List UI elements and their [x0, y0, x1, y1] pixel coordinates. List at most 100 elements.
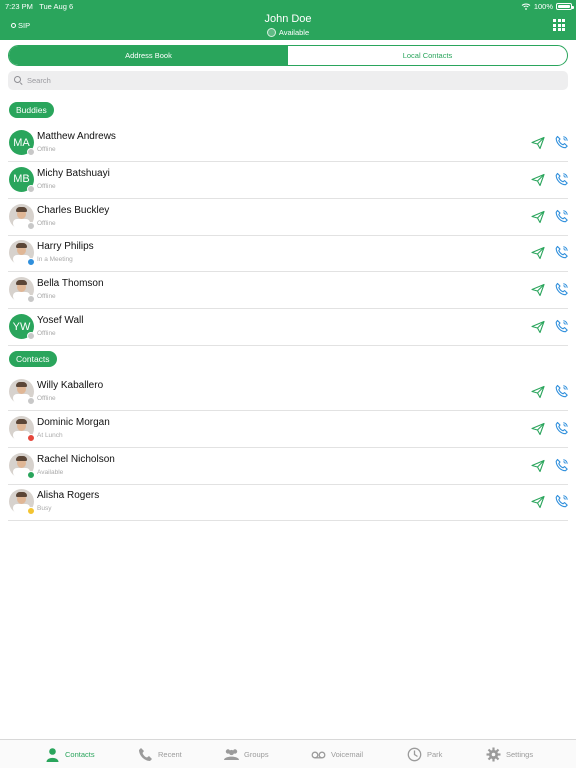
avatar — [9, 415, 35, 442]
avatar: MA — [9, 130, 35, 156]
contact-name: Bella Thomson — [37, 278, 104, 290]
contact-row[interactable]: Charles Buckley Offline — [8, 199, 568, 236]
contact-row[interactable]: MA Matthew Andrews Offline — [8, 125, 568, 162]
group-icon — [224, 749, 239, 760]
battery-indicator: 100% — [521, 2, 574, 11]
tab-contacts[interactable]: Contacts — [45, 746, 95, 763]
presence-dot-icon — [27, 148, 35, 156]
send-message-icon[interactable] — [531, 459, 545, 473]
contact-status: Offline — [37, 395, 56, 402]
call-icon[interactable] — [555, 458, 569, 472]
call-icon[interactable] — [555, 421, 569, 435]
call-icon[interactable] — [555, 245, 569, 259]
avatar — [9, 240, 35, 267]
tab-settings[interactable]: Settings — [486, 746, 533, 763]
contact-row[interactable]: Willy Kaballero Offline — [8, 374, 568, 411]
contact-status: In a Meeting — [37, 256, 73, 264]
presence-dot-icon — [27, 507, 35, 516]
clock-icon — [407, 747, 422, 762]
send-message-icon[interactable] — [531, 422, 545, 436]
presence-dot-icon — [27, 470, 35, 479]
person-icon — [46, 748, 59, 762]
presence-dot-icon — [27, 221, 35, 230]
presence-dot-icon — [27, 332, 35, 340]
voicemail-icon — [311, 751, 326, 759]
call-icon[interactable] — [555, 319, 569, 333]
search-input[interactable]: Search — [8, 71, 568, 90]
send-message-icon[interactable] — [531, 495, 545, 509]
section-header-buddies: Buddies — [9, 102, 54, 118]
contact-status: Offline — [37, 330, 56, 337]
send-message-icon[interactable] — [531, 320, 545, 334]
wifi-icon — [521, 3, 531, 10]
gear-icon — [486, 747, 501, 762]
send-message-icon[interactable] — [531, 246, 545, 260]
tab-voicemail[interactable]: Voicemail — [311, 746, 363, 763]
contact-status: Offline — [37, 219, 56, 227]
contacts-source-segmented-control: Address Book Local Contacts — [8, 45, 568, 66]
contact-name: Rachel Nicholson — [37, 453, 115, 465]
contact-name: Dominic Morgan — [37, 416, 110, 428]
contact-row[interactable]: Rachel Nicholson Available — [8, 448, 568, 485]
segment-address-book[interactable]: Address Book — [9, 46, 288, 65]
contact-row[interactable]: Bella Thomson Offline — [8, 272, 569, 310]
avatar-initials: YW — [12, 320, 31, 333]
send-message-icon[interactable] — [531, 136, 545, 150]
presence-dot-icon — [27, 295, 35, 304]
battery-percent: 100% — [533, 2, 553, 11]
presence-ring-icon — [266, 28, 276, 37]
contact-row[interactable]: Alisha Rogers Busy — [8, 484, 569, 522]
send-message-icon[interactable] — [531, 210, 545, 224]
contact-row[interactable]: Harry Philips In a Meeting — [8, 235, 569, 273]
call-icon[interactable] — [555, 135, 569, 149]
tab-label: Recent — [158, 750, 182, 759]
call-icon[interactable] — [555, 282, 569, 296]
send-message-icon[interactable] — [531, 283, 545, 297]
user-name[interactable]: John Doe — [0, 13, 576, 25]
tab-label: Park — [427, 750, 443, 759]
dialpad-grid-icon[interactable] — [553, 19, 565, 31]
segment-local-contacts[interactable]: Local Contacts — [288, 46, 567, 65]
contact-status: Offline — [37, 146, 56, 153]
send-message-icon[interactable] — [531, 173, 545, 187]
call-icon[interactable] — [555, 384, 569, 398]
contact-row[interactable]: MB Michy Batshuayi Offline — [8, 162, 568, 199]
contact-name: Yosef Wall — [37, 315, 84, 326]
phone-icon — [139, 748, 152, 761]
presence-dot-icon — [27, 184, 35, 193]
tab-recent[interactable]: Recent — [138, 746, 182, 763]
avatar-initials: MB — [13, 173, 30, 186]
send-message-icon[interactable] — [531, 385, 545, 399]
contact-status: At Lunch — [37, 431, 63, 439]
tab-label: Voicemail — [331, 750, 364, 759]
tab-bar: Contacts Recent Groups Voicemail Park Se… — [0, 739, 576, 768]
presence-dot-icon — [27, 397, 35, 405]
tab-groups[interactable]: Groups — [224, 746, 269, 763]
contact-row[interactable]: Dominic Morgan At Lunch — [8, 411, 568, 448]
status-bar: 7:23 PM Tue Aug 6 100% — [0, 0, 576, 12]
app-header: 7:23 PM Tue Aug 6 100% SIP John Doe Avai… — [0, 0, 576, 40]
user-status-label: Available — [278, 28, 310, 37]
status-date: Tue Aug 6 — [39, 2, 74, 11]
call-icon[interactable] — [555, 209, 569, 223]
contact-status: Offline — [37, 182, 56, 190]
call-icon[interactable] — [555, 172, 569, 186]
contact-row[interactable]: YW Yosef Wall Offline — [8, 309, 568, 346]
contact-name: Willy Kaballero — [37, 380, 104, 391]
tab-park[interactable]: Park — [407, 746, 442, 763]
contact-name: Harry Philips — [37, 241, 94, 253]
presence-dot-icon — [27, 258, 35, 267]
presence-dot-icon — [27, 433, 35, 442]
contact-status: Available — [37, 468, 64, 476]
user-status[interactable]: Available — [0, 28, 576, 37]
avatar: YW — [9, 314, 35, 340]
avatar-initials: MA — [13, 136, 30, 149]
avatar — [9, 489, 35, 516]
avatar — [9, 452, 35, 479]
contact-name: Matthew Andrews — [37, 131, 116, 142]
call-icon[interactable] — [555, 494, 569, 508]
search-icon — [14, 76, 23, 85]
avatar — [9, 277, 35, 304]
avatar — [9, 379, 35, 405]
search-placeholder: Search — [27, 76, 51, 85]
